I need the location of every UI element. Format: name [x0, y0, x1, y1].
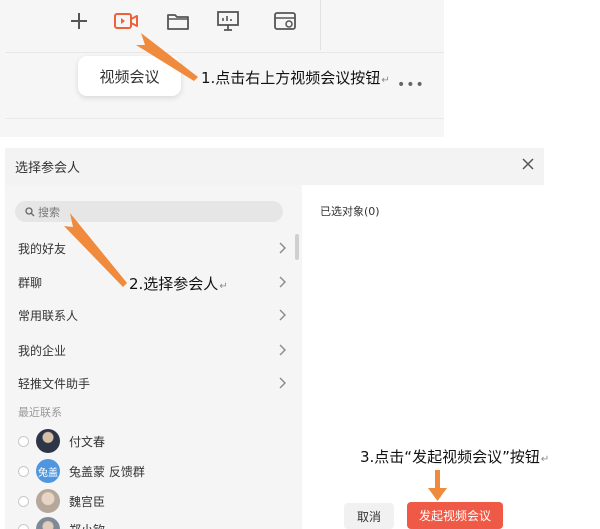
recent-contacts-label: 最近联系	[18, 406, 62, 419]
nav-item-label: 我的好友	[18, 241, 67, 256]
return-mark: ↵	[381, 75, 390, 86]
select-radio[interactable]	[18, 465, 29, 477]
avatar	[36, 429, 60, 453]
nav-item-friends[interactable]: 我的好友	[18, 238, 286, 258]
folder-icon[interactable]	[163, 8, 193, 34]
avatar	[36, 489, 60, 513]
chevron-right-icon	[279, 242, 286, 254]
return-mark: ↵	[219, 281, 228, 292]
annotation-step-3: 3.点击“发起视频会议”按钮↵	[360, 446, 549, 467]
cancel-button[interactable]: 取消	[344, 503, 394, 529]
search-icon	[25, 206, 35, 216]
list-item[interactable]: 郑小钦	[18, 516, 105, 529]
avatar: 兔盖	[36, 459, 60, 483]
annotation-step-1: 1.点击右上方视频会议按钮↵	[201, 67, 390, 88]
arrow-step-3	[428, 470, 447, 501]
search-placeholder: 搜索	[38, 205, 60, 219]
selected-count-label: 已选对象(0)	[320, 205, 380, 218]
scrollbar[interactable]	[295, 234, 299, 260]
chevron-right-icon	[279, 276, 286, 288]
video-camera-icon[interactable]	[111, 8, 141, 34]
more-icon[interactable]: •••	[397, 77, 425, 93]
list-item[interactable]: 付文春	[18, 428, 105, 454]
chevron-right-icon	[279, 377, 286, 389]
chevron-right-icon	[279, 344, 286, 356]
list-item[interactable]: 兔盖 兔盖蒙 反馈群	[18, 458, 145, 484]
contact-name: 魏宫臣	[69, 494, 106, 509]
nav-item-my-company[interactable]: 我的企业	[18, 340, 286, 360]
plus-icon[interactable]	[64, 8, 94, 34]
select-radio[interactable]	[18, 495, 29, 507]
contact-name: 付文春	[69, 434, 106, 449]
panel-divider	[5, 118, 444, 119]
nav-item-label: 群聊	[18, 275, 43, 290]
contact-name: 郑小钦	[69, 521, 105, 529]
dialog-header: 选择参会人	[5, 148, 544, 185]
return-mark: ↵	[540, 454, 550, 465]
annotation-text: 3.点击“发起视频会议”按钮	[360, 448, 540, 466]
annotation-text: 1.点击右上方视频会议按钮	[201, 69, 381, 87]
toolbar-bottom-border	[5, 52, 444, 53]
chevron-right-icon	[279, 309, 286, 321]
annotation-step-2: 2.选择参会人↵	[129, 273, 228, 294]
search-input[interactable]: 搜索	[15, 201, 283, 222]
list-item[interactable]: 魏宫臣	[18, 488, 105, 514]
nav-item-label: 常用联系人	[18, 308, 79, 323]
nav-item-label: 我的企业	[18, 343, 67, 358]
nav-item-frequent-contacts[interactable]: 常用联系人	[18, 305, 286, 325]
dialog-title: 选择参会人	[15, 161, 81, 176]
video-meeting-tooltip: 视频会议	[78, 56, 181, 96]
calendar-icon[interactable]	[270, 8, 300, 34]
presentation-icon[interactable]	[213, 8, 243, 34]
avatar	[36, 517, 60, 529]
toolbar-divider	[320, 0, 321, 50]
nav-item-label: 轻推文件助手	[18, 376, 91, 391]
nav-item-file-assistant[interactable]: 轻推文件助手	[18, 373, 286, 393]
select-radio[interactable]	[18, 523, 29, 529]
close-icon[interactable]	[520, 156, 536, 172]
start-video-meeting-button[interactable]: 发起视频会议	[407, 502, 503, 529]
annotation-text: 2.选择参会人	[129, 275, 219, 293]
select-radio[interactable]	[18, 435, 29, 447]
contact-name: 兔盖蒙 反馈群	[69, 464, 145, 479]
